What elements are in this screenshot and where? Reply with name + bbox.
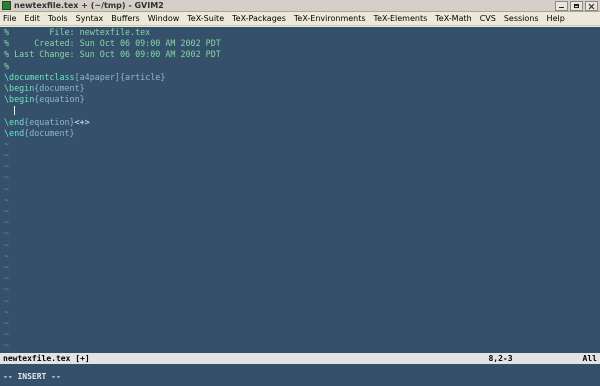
begin-document-command: \begin [4,82,35,93]
begin-document-argument: {document} [34,82,85,93]
end-document-argument: {document} [24,127,75,138]
menu-tools[interactable]: Tools [48,12,68,26]
code-line-6: \begin{document} [0,83,600,94]
empty-line-tilde: ~ [4,228,10,239]
end-equation-argument: {equation} [24,116,75,127]
minimize-button[interactable] [555,0,568,11]
menu-tex-math[interactable]: TeX-Math [435,12,471,26]
empty-line-tilde: ~ [4,250,10,261]
scroll-indicator: All [582,354,597,363]
menu-window[interactable]: Window [148,12,180,26]
status-right: 8,2-3 All [488,353,597,364]
empty-line-tilde: ~ [4,183,10,194]
menu-file[interactable]: File [3,12,16,26]
text-cursor [14,106,16,116]
menu-sessions[interactable]: Sessions [504,12,539,26]
empty-line-tilde: ~ [4,239,10,250]
empty-line-tilde: ~ [4,217,10,228]
status-filename: newtexfile.tex [+] [3,354,90,363]
empty-line-tilde: ~ [4,306,10,317]
documentclass-command: \documentclass [4,71,75,82]
empty-buffer-lines: ~ ~ ~ ~ ~ ~ ~ ~ ~ ~ ~ ~ ~ ~ ~ ~ ~ ~ ~ [0,139,600,352]
begin-equation-command: \begin [4,94,35,105]
code-line-5: \documentclass[a4paper]{article} [0,72,600,83]
vim-app-icon [2,1,11,10]
editor-area[interactable]: % File: newtexfile.tex % Created: Sun Oc… [0,27,600,353]
code-line-8 [0,105,600,116]
empty-line-tilde: ~ [4,261,10,272]
menu-cvs[interactable]: CVS [480,12,496,26]
empty-line-tilde: ~ [4,138,10,149]
code-line-7: \begin{equation} [0,94,600,105]
menu-bar: File Edit Tools Syntax Buffers Window Te… [0,12,600,26]
placeholder-marker: <+> [74,116,90,127]
empty-line-tilde: ~ [4,161,10,172]
code-line-3: % Last Change: Sun Oct 06 09:00 AM 2002 … [4,49,221,60]
empty-line-tilde: ~ [4,206,10,216]
documentclass-argument: {article} [119,71,166,82]
code-line-2: % Created: Sun Oct 06 09:00 AM 2002 PDT [4,38,221,49]
command-line[interactable]: -- INSERT -- [0,364,600,386]
documentclass-option: [a4paper] [74,71,120,82]
empty-line-tilde: ~ [4,295,10,306]
code-line-4: % [4,60,10,71]
mode-indicator: -- INSERT -- [3,372,61,381]
empty-line-tilde: ~ [4,172,10,183]
code-line-1: % File: newtexfile.tex [4,27,151,37]
empty-line-tilde: ~ [4,150,10,161]
empty-line-tilde: ~ [4,273,10,284]
menu-tex-environments[interactable]: TeX-Environments [294,12,366,26]
code-line-10: \end{document} [0,128,600,139]
window-title: newtexfile.tex + (~/tmp) - GVIM2 [14,1,164,10]
empty-line-tilde: ~ [4,340,10,351]
title-bar[interactable]: newtexfile.tex + (~/tmp) - GVIM2 [0,0,600,12]
menu-syntax[interactable]: Syntax [76,12,104,26]
close-button[interactable] [585,0,598,11]
code-line-9: \end{equation}<+> [0,117,600,128]
cursor-position: 8,2-3 [488,354,513,363]
menu-tex-packages[interactable]: TeX-Packages [232,12,286,26]
end-equation-command: \end [4,116,25,127]
menu-tex-elements[interactable]: TeX-Elements [374,12,428,26]
empty-line-tilde: ~ [4,194,10,205]
menu-help[interactable]: Help [547,12,565,26]
maximize-button[interactable] [570,0,583,11]
window-controls [555,0,598,11]
begin-equation-argument: {equation} [34,94,85,105]
menu-edit[interactable]: Edit [24,12,40,26]
empty-line-tilde: ~ [4,329,10,340]
end-document-command: \end [4,127,25,138]
menu-buffers[interactable]: Buffers [111,12,139,26]
status-line: newtexfile.tex [+] 8,2-3 All [0,353,600,364]
gvim-window: newtexfile.tex + (~/tmp) - GVIM2 File Ed… [0,0,600,386]
empty-line-tilde: ~ [4,317,10,328]
empty-line-tilde: ~ [4,284,10,295]
menu-tex-suite[interactable]: TeX-Suite [187,12,224,26]
